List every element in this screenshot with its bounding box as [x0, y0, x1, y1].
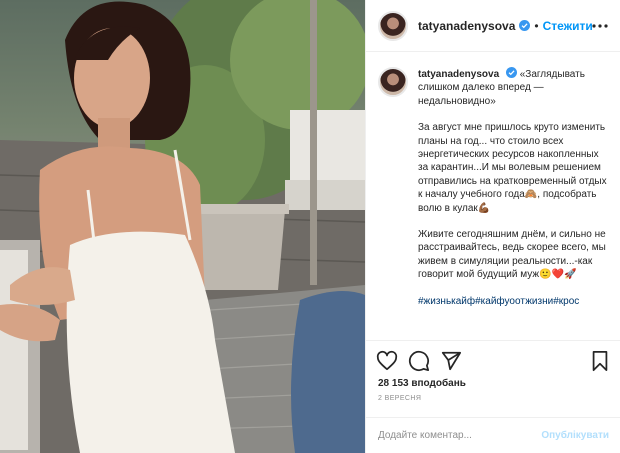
post-photo[interactable] [0, 0, 365, 453]
verified-badge-icon [505, 67, 517, 78]
likes-count[interactable]: 28 153 вподобань [378, 378, 466, 389]
caption-paragraph-2: За август мне пришлось круто изменить пл… [418, 122, 607, 214]
caption-paragraph-3: Живите сегодняшним днём, и сильно не рас… [418, 229, 606, 281]
more-options-icon[interactable] [591, 17, 609, 35]
caption-text: tatyanadenysova «Заглядывать слишком дал… [418, 67, 609, 321]
comment-bar: Опублікувати [366, 417, 620, 453]
follow-button[interactable]: Стежити [543, 19, 593, 33]
instagram-post: tatyanadenysova • Стежити tatyanadenysov… [0, 0, 620, 453]
header-separator: • [534, 18, 539, 33]
post-side-panel: tatyanadenysova • Стежити tatyanadenysov… [365, 0, 620, 453]
heart-icon[interactable] [376, 350, 398, 372]
author-avatar[interactable] [378, 10, 408, 41]
comment-icon[interactable] [408, 350, 430, 372]
post-date[interactable]: 2 вересня [378, 395, 421, 402]
post-header: tatyanadenysova • Стежити [366, 0, 620, 52]
caption-hashtags[interactable]: #жизнькайф#кайфуоотжизни#крос [418, 295, 609, 308]
share-icon[interactable] [440, 350, 462, 372]
post-actions-bar [366, 340, 620, 382]
publish-button[interactable]: Опублікувати [541, 430, 609, 441]
post-caption: tatyanadenysova «Заглядывать слишком дал… [366, 53, 620, 339]
comment-input[interactable] [378, 430, 542, 441]
author-username[interactable]: tatyanadenysova [418, 19, 515, 33]
caption-author-avatar[interactable] [378, 67, 408, 97]
caption-username[interactable]: tatyanadenysova [418, 69, 499, 80]
bookmark-icon[interactable] [589, 350, 611, 372]
woman-in-white-dress-photo [0, 0, 365, 453]
verified-badge-icon [519, 20, 531, 31]
